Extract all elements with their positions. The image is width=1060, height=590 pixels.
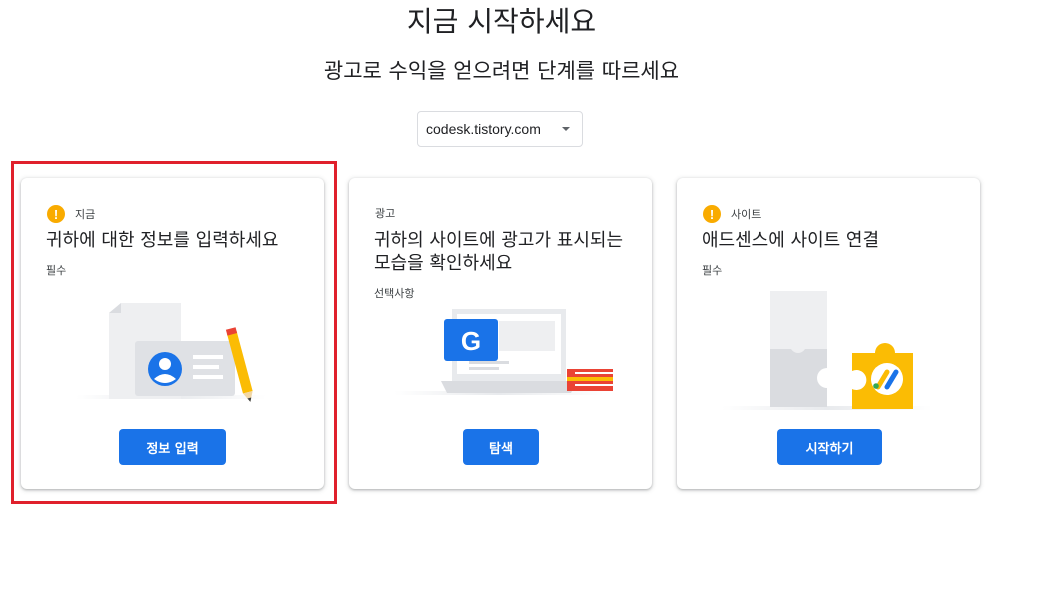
warning-icon: !: [703, 205, 721, 223]
dropdown-caret-icon: [562, 127, 570, 131]
site-selector-value: codesk.tistory.com: [426, 121, 541, 137]
highlight-box: [11, 161, 337, 504]
card-subtext: 필수: [702, 264, 723, 277]
get-started-button[interactable]: 시작하기: [777, 429, 882, 465]
page-subtitle: 광고로 수익을 얻으려면 단계를 따르세요: [323, 59, 680, 83]
card-heading: 애드센스에 사이트 연결: [702, 230, 880, 251]
card-status-label: 사이트: [731, 208, 762, 221]
laptop-google-illustration: G: [394, 309, 613, 395]
card-ad-preview: 광고 귀하의 사이트에 광고가 표시되는 모습을 확인하세요 선택사항 G 탐색: [349, 178, 652, 489]
card-status: ! 사이트: [703, 205, 761, 223]
page-title: 지금 시작하세요: [406, 5, 597, 38]
puzzle-adsense-illustration: [722, 291, 932, 410]
svg-text:G: G: [461, 326, 481, 356]
card-status: 광고: [375, 205, 395, 221]
card-heading: 귀하의 사이트에 광고가 표시되는 모습을 확인하세요: [374, 230, 624, 274]
site-selector-dropdown[interactable]: codesk.tistory.com: [417, 111, 583, 147]
explore-button[interactable]: 탐색: [463, 429, 539, 465]
card-status-label: 광고: [375, 207, 396, 220]
card-connect-site: ! 사이트 애드센스에 사이트 연결 필수 시작하기: [677, 178, 980, 489]
